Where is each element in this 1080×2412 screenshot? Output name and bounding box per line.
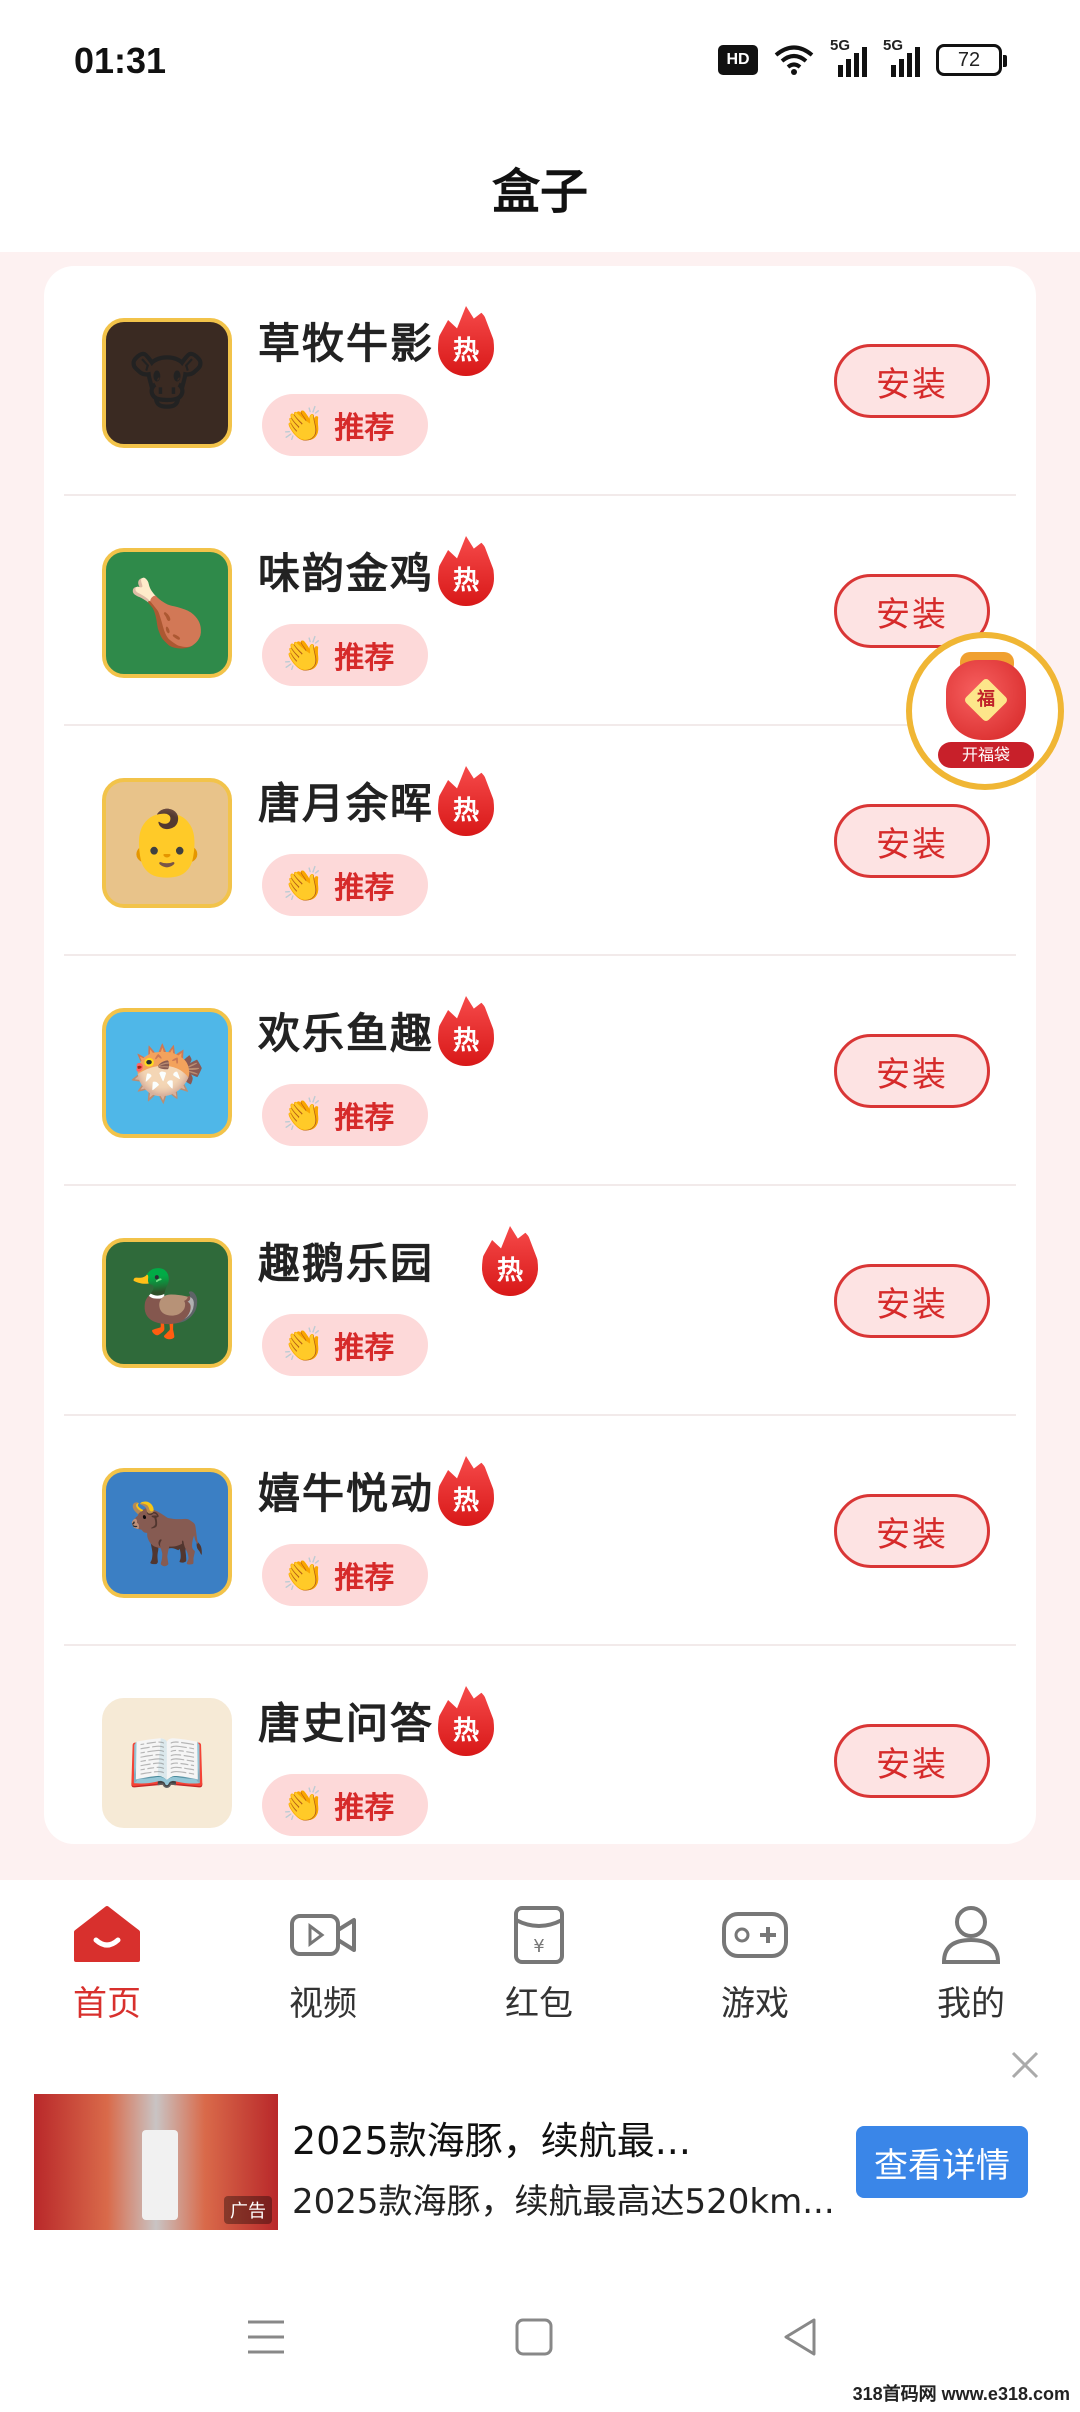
hot-badge: 热	[438, 996, 494, 1066]
ad-label: 广告	[224, 2196, 272, 2224]
home-square-icon[interactable]	[504, 2314, 564, 2360]
recommend-tag: 👏 推荐	[262, 1314, 428, 1376]
list-item: 🦆 趣鹅乐园 热 👏 推荐 安装	[64, 1186, 1016, 1416]
app-name: 唐史问答	[258, 1699, 435, 1748]
ad-thumbnail[interactable]: 广告	[34, 2094, 278, 2230]
roast-chicken-icon[interactable]: 🍗	[102, 548, 232, 678]
recommend-tag: 👏 推荐	[262, 394, 428, 456]
nav-mine[interactable]: 我的	[906, 1904, 1036, 2030]
clap-icon: 👏	[282, 865, 325, 905]
install-button[interactable]: 安装	[834, 1724, 990, 1798]
app-name: 味韵金鸡	[258, 549, 435, 598]
home-icon	[72, 1904, 142, 1964]
page-title: 盒子	[491, 164, 588, 220]
hot-badge: 热	[438, 306, 494, 376]
install-button[interactable]: 安装	[834, 1494, 990, 1568]
watermark: 318首码网 www.e318.com	[852, 2384, 1070, 2404]
app-name: 欢乐鱼趣	[258, 1009, 435, 1058]
app-name: 草牧牛影	[258, 319, 435, 368]
recommend-tag: 👏 推荐	[262, 624, 428, 686]
tang-child-icon[interactable]: 👶	[102, 778, 232, 908]
nav-redpacket[interactable]: ¥ 红包	[474, 1904, 604, 2030]
recommend-tag: 👏 推荐	[262, 854, 428, 916]
app-list: 🐮 草牧牛影 热 👏 推荐 安装 🍗 味韵金鸡 热 👏 推荐 安装 👶 唐月余晖 热…	[44, 266, 1036, 1844]
roast-goose-icon[interactable]: 🦆	[102, 1238, 232, 1368]
back-icon[interactable]	[770, 2314, 830, 2360]
hot-badge: 热	[438, 766, 494, 836]
video-camera-icon	[288, 1904, 358, 1964]
nav-video[interactable]: 视频	[258, 1904, 388, 2030]
book-quiz-icon[interactable]: 📖	[102, 1698, 232, 1828]
list-item: 🐂 嬉牛悦动 热 👏 推荐 安装	[64, 1416, 1016, 1646]
lucky-bag-button[interactable]: 福 开福袋	[906, 632, 1064, 790]
ad-subtitle[interactable]: 2025款海豚，续航最高达520km...	[292, 2174, 835, 2223]
hot-badge: 热	[438, 536, 494, 606]
clap-icon: 👏	[282, 1555, 325, 1595]
clap-icon: 👏	[282, 1095, 325, 1135]
fish-icon[interactable]: 🐡	[102, 1008, 232, 1138]
install-button[interactable]: 安装	[834, 804, 990, 878]
red-packet-icon: ¥	[504, 1904, 574, 1964]
clap-icon: 👏	[282, 405, 325, 445]
recommend-tag: 👏 推荐	[262, 1544, 428, 1606]
clap-icon: 👏	[282, 1785, 325, 1825]
close-icon[interactable]	[1010, 2050, 1040, 2080]
status-time: 01:31	[74, 40, 167, 81]
system-nav-bar: 318首码网 www.e318.com	[0, 2260, 1080, 2412]
bottom-nav: 首页 视频 ¥ 红包 游戏 我的	[0, 1880, 1080, 2030]
bull-icon[interactable]: 🐂	[102, 1468, 232, 1598]
hot-badge: 热	[438, 1686, 494, 1756]
signal-icon-1: 5G	[830, 37, 867, 77]
recommend-tag: 👏 推荐	[262, 1774, 428, 1836]
wifi-icon	[774, 45, 814, 75]
svg-text:¥: ¥	[533, 1936, 544, 1957]
list-item: 🐮 草牧牛影 热 👏 推荐 安装	[64, 266, 1016, 496]
status-icons: HD 5G 5G 72	[718, 37, 1007, 80]
status-bar: 01:31 HD 5G 5G 72	[0, 0, 1080, 120]
battery-icon: 72	[936, 44, 1007, 76]
nav-game[interactable]: 游戏	[690, 1904, 820, 2030]
nav-home[interactable]: 首页	[42, 1904, 172, 2030]
ad-banner[interactable]: 广告 2025款海豚，续航最... 2025款海豚，续航最高达520km... …	[0, 2030, 1080, 2260]
clap-icon: 👏	[282, 1325, 325, 1365]
app-name: 嬉牛悦动	[258, 1469, 435, 1518]
list-item: 📖 唐史问答 热 👏 推荐 安装	[64, 1646, 1016, 1844]
gamepad-icon	[720, 1904, 790, 1964]
ad-title[interactable]: 2025款海豚，续航最...	[292, 2110, 691, 2165]
install-button[interactable]: 安装	[834, 1034, 990, 1108]
user-icon	[936, 1904, 1006, 1964]
app-name: 趣鹅乐园	[258, 1239, 435, 1288]
cow-icon[interactable]: 🐮	[102, 318, 232, 448]
hd-icon: HD	[718, 45, 758, 75]
ad-poster-image	[142, 2130, 178, 2220]
list-item: 🍗 味韵金鸡 热 👏 推荐 安装	[64, 496, 1016, 726]
menu-icon[interactable]	[236, 2314, 296, 2360]
clap-icon: 👏	[282, 635, 325, 675]
install-button[interactable]: 安装	[834, 344, 990, 418]
signal-icon-2: 5G	[883, 37, 920, 77]
hot-badge: 热	[482, 1226, 538, 1296]
view-details-button[interactable]: 查看详情	[856, 2126, 1028, 2198]
list-item: 🐡 欢乐鱼趣 热 👏 推荐 安装	[64, 956, 1016, 1186]
install-button[interactable]: 安装	[834, 1264, 990, 1338]
recommend-tag: 👏 推荐	[262, 1084, 428, 1146]
app-name: 唐月余晖	[258, 779, 435, 828]
list-item: 👶 唐月余晖 热 👏 推荐 安装	[64, 726, 1016, 956]
lucky-bag-label: 开福袋	[938, 742, 1034, 768]
hot-badge: 热	[438, 1456, 494, 1526]
